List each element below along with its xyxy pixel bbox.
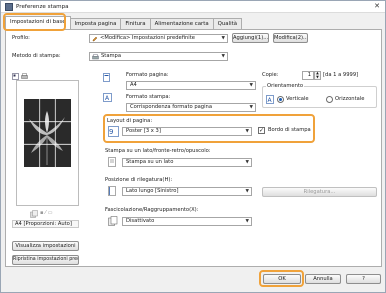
chevron-down-icon: ▼ (249, 83, 253, 88)
window-title: Preferenze stampa (16, 4, 69, 10)
one-sided-print-icon (108, 157, 116, 167)
close-button[interactable]: ✕ (370, 2, 384, 11)
preview-layout-icon[interactable] (12, 73, 19, 80)
chevron-down-icon: ▼ (245, 129, 249, 134)
help-button[interactable]: ? (346, 274, 381, 284)
chevron-down-icon: ▼ (221, 54, 225, 59)
binding-label: Posizione di rilegatura(H): (105, 177, 173, 183)
print-format-label: Formato stampa: (126, 94, 171, 100)
preview-printer-icon[interactable] (21, 73, 28, 80)
orientation-label: Orientamento (266, 83, 305, 90)
page-size-icon (103, 73, 110, 82)
profile-value: <Modifica> Impostazioni predefinite (100, 35, 195, 41)
portrait-radio[interactable] (277, 96, 284, 103)
output-method-value: Stampa (101, 53, 122, 59)
page-preview (16, 80, 79, 206)
duplex-select[interactable]: Stampa su un lato ▼ (122, 158, 252, 167)
copies-stack-icon (30, 210, 38, 218)
portrait-icon: A (266, 95, 274, 104)
tab-quality[interactable]: Qualità (212, 18, 243, 29)
poster-layout-icon: 9 (108, 126, 119, 137)
add-profile-button[interactable]: Aggiungi(1)... (232, 33, 269, 43)
print-border-label: Bordo di stampa (268, 127, 311, 133)
layout-value: Poster [3 x 3] (126, 128, 161, 134)
cancel-button[interactable]: Annulla (305, 274, 341, 284)
copies-range: [da 1 a 9999] (323, 72, 359, 78)
preview-caption: A4 [Proporzioni: Auto] (12, 220, 79, 228)
finishing-icons: ▪ ⁄ ▭ (40, 210, 53, 216)
output-method-label: Metodo di stampa: (12, 53, 61, 59)
edit-pencil-icon (92, 36, 98, 42)
page-format-select[interactable]: A4 ▼ (126, 81, 256, 90)
collate-icon (108, 216, 118, 226)
copies-input[interactable]: 1 (302, 71, 314, 80)
poster-preview-image (24, 99, 71, 167)
copies-label: Copie: (262, 72, 279, 78)
binding-location-icon (108, 186, 116, 196)
print-preferences-window: Preferenze stampa ✕ Impostazioni di base… (0, 0, 386, 293)
chevron-down-icon: ▼ (245, 160, 249, 165)
ok-button[interactable]: OK (263, 274, 301, 284)
collate-value: Disattivato (126, 218, 155, 224)
profile-label: Profilo: (12, 35, 30, 41)
binding-button[interactable]: Rilegatura... (262, 187, 377, 197)
title-bar: Preferenze stampa ✕ (1, 1, 385, 13)
profile-select[interactable]: <Modifica> Impostazioni predefinite ▼ (89, 34, 228, 43)
layout-select[interactable]: Poster [3 x 3] ▼ (122, 127, 252, 136)
binding-value: Lato lungo [Sinistro] (126, 188, 179, 194)
print-format-select[interactable]: Corrispondenza formato pagina ▼ (126, 103, 256, 112)
edit-profile-button[interactable]: Modifica(2)... (273, 33, 308, 43)
output-method-select[interactable]: Stampa ▼ (89, 52, 228, 61)
print-format-value: Corrispondenza formato pagina (130, 104, 212, 110)
chevron-down-icon: ▼ (245, 219, 249, 224)
tab-paper-source[interactable]: Alimentazione carta (149, 18, 214, 29)
settings-panel: Profilo: <Modifica> Impostazioni predefi… (5, 29, 382, 267)
collate-label: Fascicolazione/Raggruppamento(X): (105, 207, 199, 213)
chevron-down-icon: ▼ (221, 36, 225, 41)
output-size-icon: A (103, 93, 112, 102)
tab-finishing[interactable]: Finitura (120, 18, 151, 29)
copies-spinner[interactable]: ▲ ▼ (314, 71, 321, 80)
view-settings-button[interactable]: Visualizza impostazioni (12, 241, 79, 251)
page-format-value: A4 (130, 82, 137, 88)
portrait-label: Verticale (286, 96, 309, 102)
page-format-label: Formato pagina: (126, 72, 169, 78)
printer-icon (92, 54, 99, 60)
landscape-radio[interactable] (326, 96, 333, 103)
duplex-label: Stampa su un lato/fronte-retro/opuscolo: (105, 148, 211, 154)
printer-app-icon (5, 3, 13, 11)
collate-select[interactable]: Disattivato ▼ (122, 217, 252, 226)
tab-strip: Impostazioni di base Imposta pagina Fini… (5, 16, 243, 29)
svg-text:9: 9 (109, 128, 113, 136)
binding-select[interactable]: Lato lungo [Sinistro] ▼ (122, 187, 252, 196)
print-border-checkbox[interactable]: ✓ (258, 127, 265, 134)
chevron-down-icon: ▼ (245, 189, 249, 194)
tab-page-setup[interactable]: Imposta pagina (69, 18, 122, 29)
landscape-label: Orizzontale (335, 96, 365, 102)
restore-defaults-button[interactable]: Ripristina impostazioni predefinite (12, 255, 79, 265)
duplex-value: Stampa su un lato (126, 159, 174, 165)
chevron-down-icon: ▼ (249, 105, 253, 110)
layout-label: Layout di pagina: (107, 118, 153, 124)
tab-basic-settings[interactable]: Impostazioni di base (5, 16, 71, 29)
